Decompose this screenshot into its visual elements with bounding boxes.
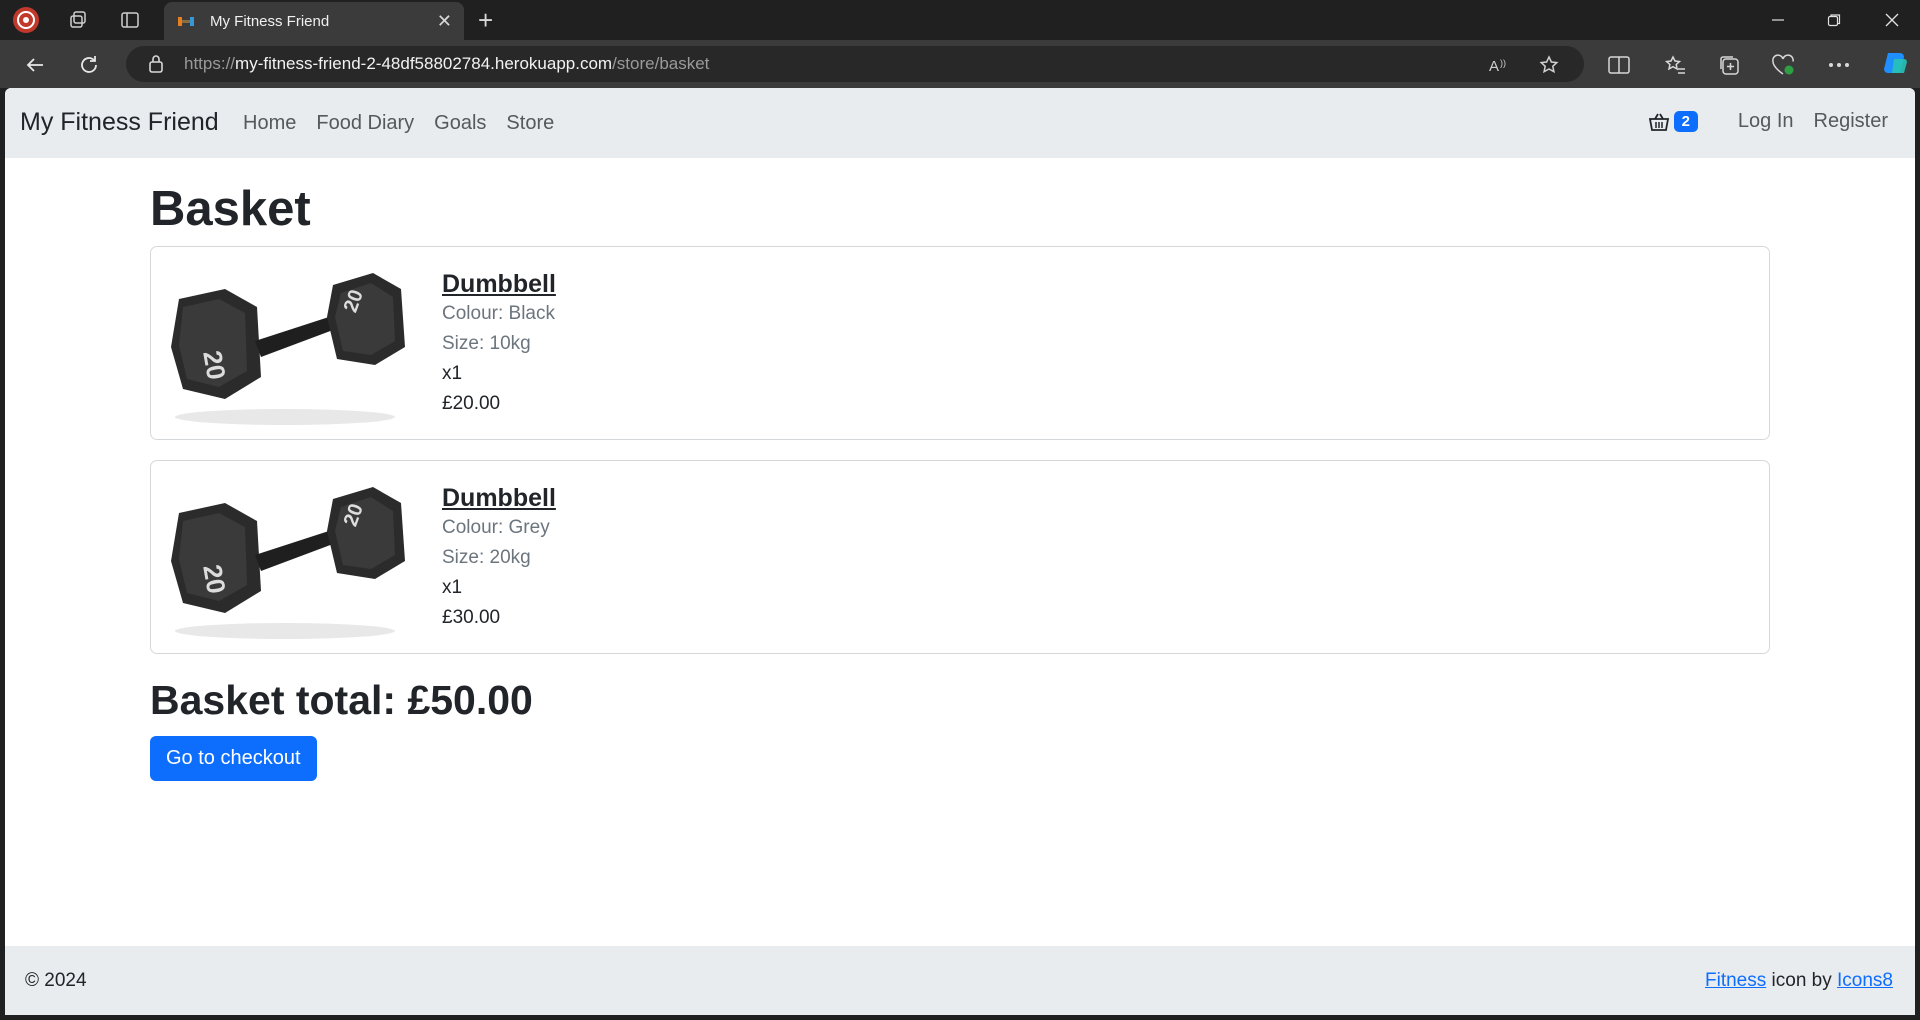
browser-essentials-icon[interactable]: [1770, 52, 1796, 78]
minimize-icon[interactable]: [1750, 0, 1806, 40]
item-colour: Colour: Grey: [442, 517, 550, 538]
restore-icon[interactable]: [1806, 0, 1862, 40]
page-title: Basket: [150, 182, 311, 236]
address-toolbar: https://my-fitness-friend-2-48df58802784…: [0, 40, 1920, 88]
reload-icon[interactable]: [74, 50, 104, 80]
tab-close-icon[interactable]: ✕: [437, 11, 452, 32]
item-quantity: x1: [442, 363, 463, 384]
site-footer: © 2024 Fitness icon by Icons8: [5, 946, 1915, 1015]
site-favicon-icon: [178, 17, 194, 26]
url-path: /store/basket: [612, 54, 710, 73]
basket-link[interactable]: 2: [1648, 111, 1698, 132]
item-size: Size: 10kg: [442, 333, 531, 354]
vertical-tabs-icon[interactable]: [116, 6, 144, 34]
site-navbar: My Fitness Friend Home Food Diary Goals …: [5, 88, 1915, 158]
checkout-button[interactable]: Go to checkout: [150, 736, 317, 781]
favorite-star-icon[interactable]: [1538, 54, 1560, 76]
copilot-icon[interactable]: [1880, 49, 1910, 79]
main-container: Basket 20 20 Dumbbell Colour: Black Size…: [150, 158, 1770, 781]
read-aloud-icon[interactable]: A)): [1488, 54, 1510, 76]
icons8-link[interactable]: Icons8: [1837, 970, 1893, 991]
brand-link[interactable]: My Fitness Friend: [20, 108, 219, 137]
login-link[interactable]: Log In: [1738, 110, 1794, 133]
workspaces-icon[interactable]: [64, 6, 92, 34]
item-colour: Colour: Black: [442, 303, 555, 324]
nav-links: Home Food Diary Goals Store: [243, 112, 554, 135]
basket-count-badge: 2: [1673, 111, 1698, 132]
split-screen-icon[interactable]: [1606, 52, 1632, 78]
basket-item-details: Dumbbell Colour: Grey Size: 20kg x1 £30.…: [442, 481, 556, 633]
basket-icon: [1648, 113, 1669, 131]
address-bar[interactable]: https://my-fitness-friend-2-48df58802784…: [126, 46, 1584, 82]
item-size: Size: 20kg: [442, 547, 531, 568]
back-icon[interactable]: [20, 50, 50, 80]
item-name-link[interactable]: Dumbbell: [442, 481, 556, 515]
credit-text: icon by: [1766, 970, 1838, 991]
lock-icon[interactable]: [148, 54, 164, 79]
svg-text:20: 20: [197, 562, 232, 596]
basket-item-card: 20 20 Dumbbell Colour: Black Size: 10kg …: [150, 246, 1770, 440]
browser-profile-icon[interactable]: [12, 6, 40, 34]
svg-text:)): )): [1500, 58, 1506, 68]
svg-text:A: A: [1489, 58, 1499, 74]
item-price: £30.00: [442, 607, 501, 628]
nav-food-diary[interactable]: Food Diary: [316, 112, 414, 135]
nav-home[interactable]: Home: [243, 112, 296, 135]
dumbbell-image: 20 20: [171, 273, 405, 425]
browser-tab-bar: My Fitness Friend ✕ +: [0, 0, 1920, 40]
url-host: my-fitness-friend-2-48df58802784.herokua…: [235, 54, 613, 73]
item-quantity: x1: [442, 577, 463, 598]
item-name-link[interactable]: Dumbbell: [442, 267, 556, 301]
more-options-icon[interactable]: [1826, 52, 1852, 78]
register-link[interactable]: Register: [1814, 110, 1888, 133]
active-tab[interactable]: My Fitness Friend ✕: [164, 2, 464, 40]
favorites-icon[interactable]: [1662, 52, 1688, 78]
basket-total: Basket total: £50.00: [150, 677, 533, 723]
close-window-icon[interactable]: [1864, 0, 1920, 40]
copyright-text: © 2024: [25, 970, 87, 991]
basket-item-card: 20 20 Dumbbell Colour: Grey Size: 20kg x…: [150, 460, 1770, 654]
nav-goals[interactable]: Goals: [434, 112, 486, 135]
svg-text:20: 20: [197, 348, 232, 382]
collections-icon[interactable]: [1716, 52, 1742, 78]
nav-right: 2 Log In Register: [1648, 110, 1888, 133]
nav-store[interactable]: Store: [506, 112, 554, 135]
item-price: £20.00: [442, 393, 501, 414]
url-prefix: https://: [184, 54, 236, 73]
basket-item-details: Dumbbell Colour: Black Size: 10kg x1 £20…: [442, 267, 556, 419]
dumbbell-image: 20 20: [171, 487, 405, 639]
icon-credit: Fitness icon by Icons8: [1705, 970, 1893, 992]
tab-title: My Fitness Friend: [210, 12, 330, 30]
new-tab-icon[interactable]: +: [478, 6, 493, 34]
fitness-icon-link[interactable]: Fitness: [1705, 970, 1766, 991]
page-viewport: My Fitness Friend Home Food Diary Goals …: [5, 88, 1915, 1015]
